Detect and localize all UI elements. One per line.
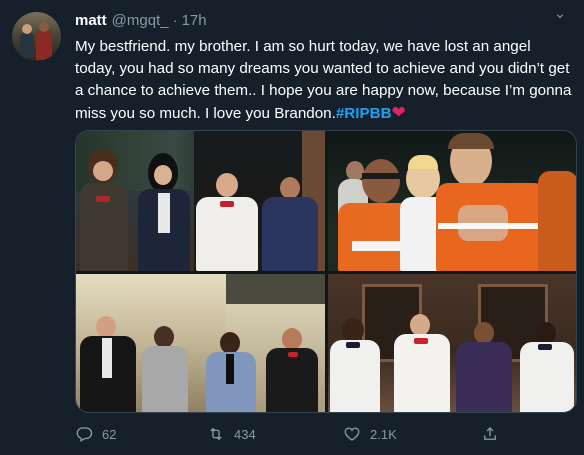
timestamp[interactable]: 17h	[182, 12, 207, 29]
like-icon	[344, 427, 360, 441]
like-count: 2.1K	[370, 426, 397, 442]
tweet-header: matt @mgqt_ · 17h	[75, 12, 207, 32]
photo-4[interactable]	[328, 274, 576, 412]
tweet[interactable]: matt @mgqt_ · 17h ⌄ My bestfriend. my br…	[0, 0, 584, 455]
tweet-body: My bestfriend. my brother. I am so hurt …	[75, 38, 572, 122]
more-chevron-icon[interactable]: ⌄	[550, 5, 570, 28]
photo-1[interactable]	[76, 131, 325, 271]
tweet-text: My bestfriend. my brother. I am so hurt …	[75, 36, 573, 125]
reply-count: 62	[102, 426, 117, 442]
reply-icon	[76, 427, 93, 442]
more-chevron-glyph: ⌄	[554, 5, 566, 21]
share-button[interactable]	[481, 425, 499, 443]
like-button[interactable]: 2.1K	[343, 425, 397, 443]
author-handle[interactable]: @mgqt_	[112, 12, 169, 29]
photo-3[interactable]	[76, 274, 325, 412]
avatar[interactable]	[12, 12, 61, 61]
separator-dot: ·	[172, 12, 178, 29]
heart-emoji: ❤	[391, 103, 406, 122]
retweet-button[interactable]: 434	[207, 425, 256, 443]
retweet-icon	[210, 427, 222, 441]
author-name[interactable]: matt	[75, 12, 107, 29]
photo-grid	[75, 130, 577, 413]
reply-button[interactable]: 62	[75, 425, 116, 443]
share-icon	[484, 427, 496, 440]
photo-2[interactable]	[328, 131, 576, 271]
retweet-count: 434	[234, 426, 256, 442]
hashtag-link[interactable]: #RIPBB	[336, 105, 392, 122]
tweet-actions: 62 434 2.1K	[75, 425, 505, 447]
